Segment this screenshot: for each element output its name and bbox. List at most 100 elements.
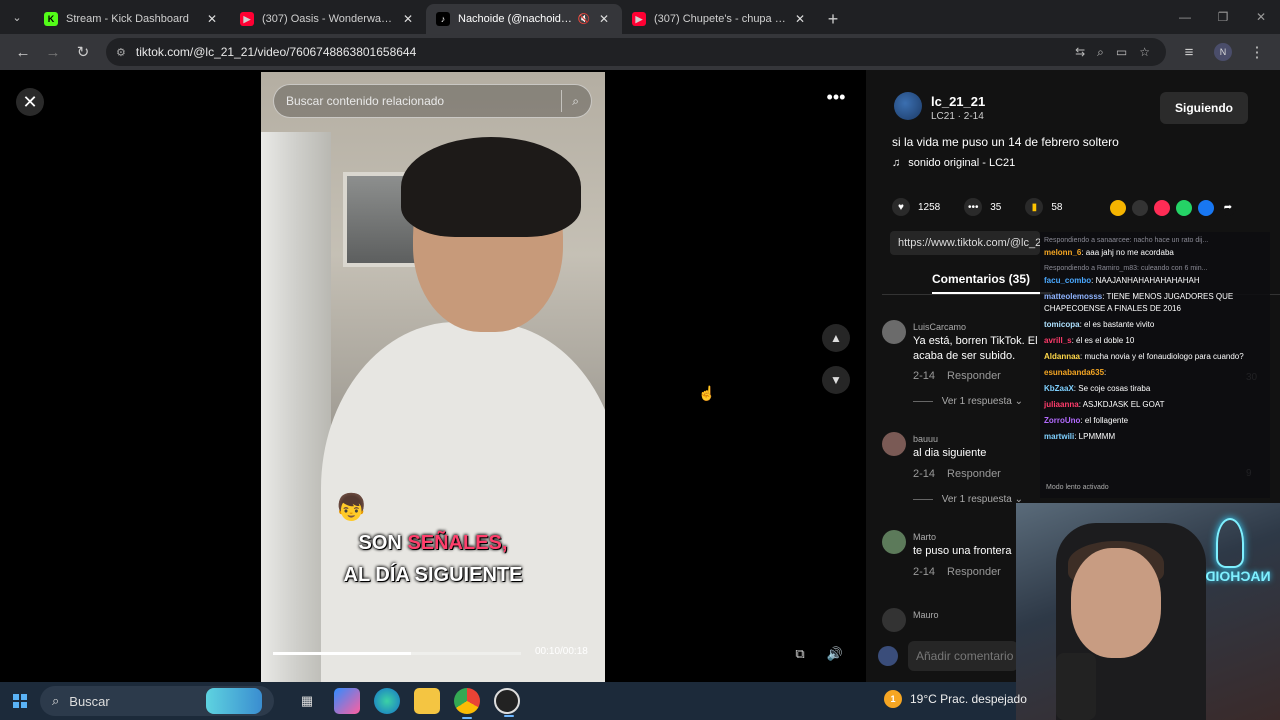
- edge-icon[interactable]: [374, 688, 400, 714]
- video-player[interactable]: Buscar contenido relacionado ⌕ 👦 SON SEÑ…: [261, 72, 605, 682]
- video-progress-bar[interactable]: [273, 652, 521, 655]
- add-comment-input[interactable]: Añadir comentario: [908, 641, 1018, 671]
- embed-icon[interactable]: [1132, 200, 1148, 216]
- picture-in-picture-icon[interactable]: ⧉: [788, 642, 812, 666]
- taskbar-search-input[interactable]: ⌕ Buscar: [40, 686, 274, 716]
- tab-tiktok[interactable]: ♪ Nachoide (@nachoide1) | TikTok 🔇 ✕: [426, 4, 622, 34]
- tab-youtube-chupetes[interactable]: ▶ (307) Chupete's - chupa chupa chupa ✕: [622, 4, 818, 34]
- weather-sun-icon: 1: [884, 690, 902, 708]
- chat-username[interactable]: Aldannaa: [1044, 352, 1080, 361]
- tab-title: Stream - Kick Dashboard: [66, 13, 189, 25]
- chat-username[interactable]: martwili: [1044, 432, 1074, 441]
- author-username[interactable]: lc_21_21: [931, 94, 985, 109]
- chrome-icon[interactable]: [454, 688, 480, 719]
- reply-button[interactable]: Responder: [947, 370, 1001, 382]
- close-tab-icon[interactable]: ✕: [400, 12, 416, 26]
- chat-username[interactable]: facu_combo: [1044, 276, 1091, 285]
- close-tab-icon[interactable]: ✕: [596, 12, 612, 26]
- obs-icon[interactable]: [494, 688, 520, 717]
- search-icon[interactable]: ⌕: [572, 94, 579, 109]
- author-avatar[interactable]: [894, 92, 922, 120]
- chat-reply-context: Respondiendo a sanaarcee: nacho hace un …: [1044, 237, 1209, 244]
- bookmark-star-icon[interactable]: ☆: [1139, 45, 1150, 60]
- chat-username[interactable]: ZorroUno: [1044, 416, 1080, 425]
- cast-icon[interactable]: ▭: [1116, 45, 1127, 60]
- close-video-icon[interactable]: ✕: [16, 88, 44, 116]
- caption-highlight: SEÑALES,: [407, 532, 508, 554]
- minimize-icon[interactable]: —: [1166, 0, 1204, 34]
- chat-username[interactable]: esunabanda635: [1044, 368, 1104, 377]
- comment-username[interactable]: Marto: [913, 532, 936, 542]
- tab-kick[interactable]: K Stream - Kick Dashboard ✕: [34, 4, 230, 34]
- microphone: [1056, 653, 1096, 720]
- restore-icon[interactable]: ❐: [1204, 0, 1242, 34]
- back-icon[interactable]: ←: [8, 37, 38, 67]
- chat-username[interactable]: juliaanna: [1044, 400, 1079, 409]
- new-tab-button[interactable]: +: [818, 4, 848, 34]
- chat-message: martwili: LPMMMM: [1044, 431, 1266, 443]
- zoom-icon[interactable]: ⌕: [1097, 45, 1104, 60]
- view-replies-button[interactable]: Ver 1 respuesta ⌄: [913, 396, 1023, 407]
- avatar[interactable]: [882, 432, 906, 456]
- comment-icon[interactable]: •••: [964, 198, 983, 216]
- reply-button[interactable]: Responder: [947, 566, 1001, 578]
- chat-username[interactable]: matteolemosss: [1044, 292, 1102, 301]
- chat-username[interactable]: melonn_6: [1044, 248, 1081, 257]
- avatar[interactable]: [882, 320, 906, 344]
- comment-username[interactable]: bauuu: [913, 434, 938, 444]
- chat-username[interactable]: tomicopa: [1044, 320, 1080, 329]
- speaker-muted-icon[interactable]: 🔇: [578, 14, 590, 25]
- close-window-icon[interactable]: ✕: [1242, 0, 1280, 34]
- tab-comments[interactable]: Comentarios (35): [932, 272, 1030, 286]
- task-view-icon[interactable]: ▦: [294, 688, 320, 714]
- copilot-icon[interactable]: [334, 688, 360, 714]
- tab-youtube-oasis[interactable]: ▶ (307) Oasis - Wonderwall (Lyrics) ✕: [230, 4, 426, 34]
- chat-username[interactable]: avrill_s: [1044, 336, 1072, 345]
- share-url-field[interactable]: https://www.tiktok.com/@lc_2: [890, 231, 1040, 255]
- bookmark-icon[interactable]: ▮: [1025, 198, 1044, 216]
- profile-avatar[interactable]: N: [1214, 43, 1232, 61]
- windows-icon: [13, 694, 27, 708]
- url-input[interactable]: ⚙ tiktok.com/@lc_21_21/video/76067488638…: [106, 38, 1166, 66]
- forward-icon[interactable]: →: [38, 37, 68, 67]
- facebook-icon[interactable]: [1198, 200, 1214, 216]
- view-replies-button[interactable]: Ver 1 respuesta ⌄: [913, 494, 1023, 505]
- sound-link[interactable]: ♫ sonido original - LC21: [892, 157, 1015, 169]
- chat-text: : aaa jahj no me acordaba: [1081, 248, 1174, 257]
- volume-icon[interactable]: 🔊: [823, 642, 847, 666]
- browser-menu-icon[interactable]: ⋮: [1242, 37, 1272, 67]
- next-video-icon[interactable]: ▼: [822, 366, 850, 394]
- chat-text: : NAAJANHAHAHAHAHAHAH: [1091, 276, 1200, 285]
- whatsapp-icon[interactable]: [1176, 200, 1192, 216]
- following-button[interactable]: Siguiendo: [1160, 92, 1248, 124]
- close-tab-icon[interactable]: ✕: [792, 12, 808, 26]
- heart-icon[interactable]: ♥: [892, 198, 910, 216]
- comment-username[interactable]: Mauro: [913, 610, 939, 620]
- comment-username[interactable]: LuisCarcamo: [913, 322, 966, 332]
- chat-message: avrill_s: él es el doble 10: [1044, 335, 1266, 347]
- chat-text: : él es el doble 10: [1071, 336, 1135, 345]
- file-explorer-icon[interactable]: [414, 688, 440, 714]
- translate-icon[interactable]: ⇆: [1075, 45, 1085, 60]
- share-arrow-icon[interactable]: ➦: [1220, 200, 1236, 216]
- video-progress-fill: [273, 652, 411, 655]
- comments-count: 35: [990, 201, 1002, 213]
- tab-search-icon[interactable]: ⌄: [0, 0, 34, 34]
- chat-username[interactable]: KbZaaX: [1044, 384, 1074, 393]
- previous-video-icon[interactable]: ▲: [822, 324, 850, 352]
- avatar[interactable]: [882, 530, 906, 554]
- taskbar-apps: ▦: [294, 688, 520, 719]
- close-tab-icon[interactable]: ✕: [204, 12, 220, 26]
- reply-button[interactable]: Responder: [947, 468, 1001, 480]
- address-bar: ← → ↻ ⚙ tiktok.com/@lc_21_21/video/76067…: [0, 34, 1280, 70]
- avatar[interactable]: [882, 608, 906, 632]
- send-icon[interactable]: [1154, 200, 1170, 216]
- reload-icon[interactable]: ↻: [68, 37, 98, 67]
- more-options-icon[interactable]: •••: [822, 88, 850, 110]
- weather-widget[interactable]: 1 19°C Prac. despejado: [884, 690, 1027, 708]
- site-info-icon[interactable]: ⚙: [116, 46, 126, 59]
- repost-icon[interactable]: [1110, 200, 1126, 216]
- related-search-input[interactable]: Buscar contenido relacionado ⌕: [273, 84, 592, 118]
- start-button[interactable]: [0, 694, 40, 708]
- reading-list-icon[interactable]: ≡: [1174, 37, 1204, 67]
